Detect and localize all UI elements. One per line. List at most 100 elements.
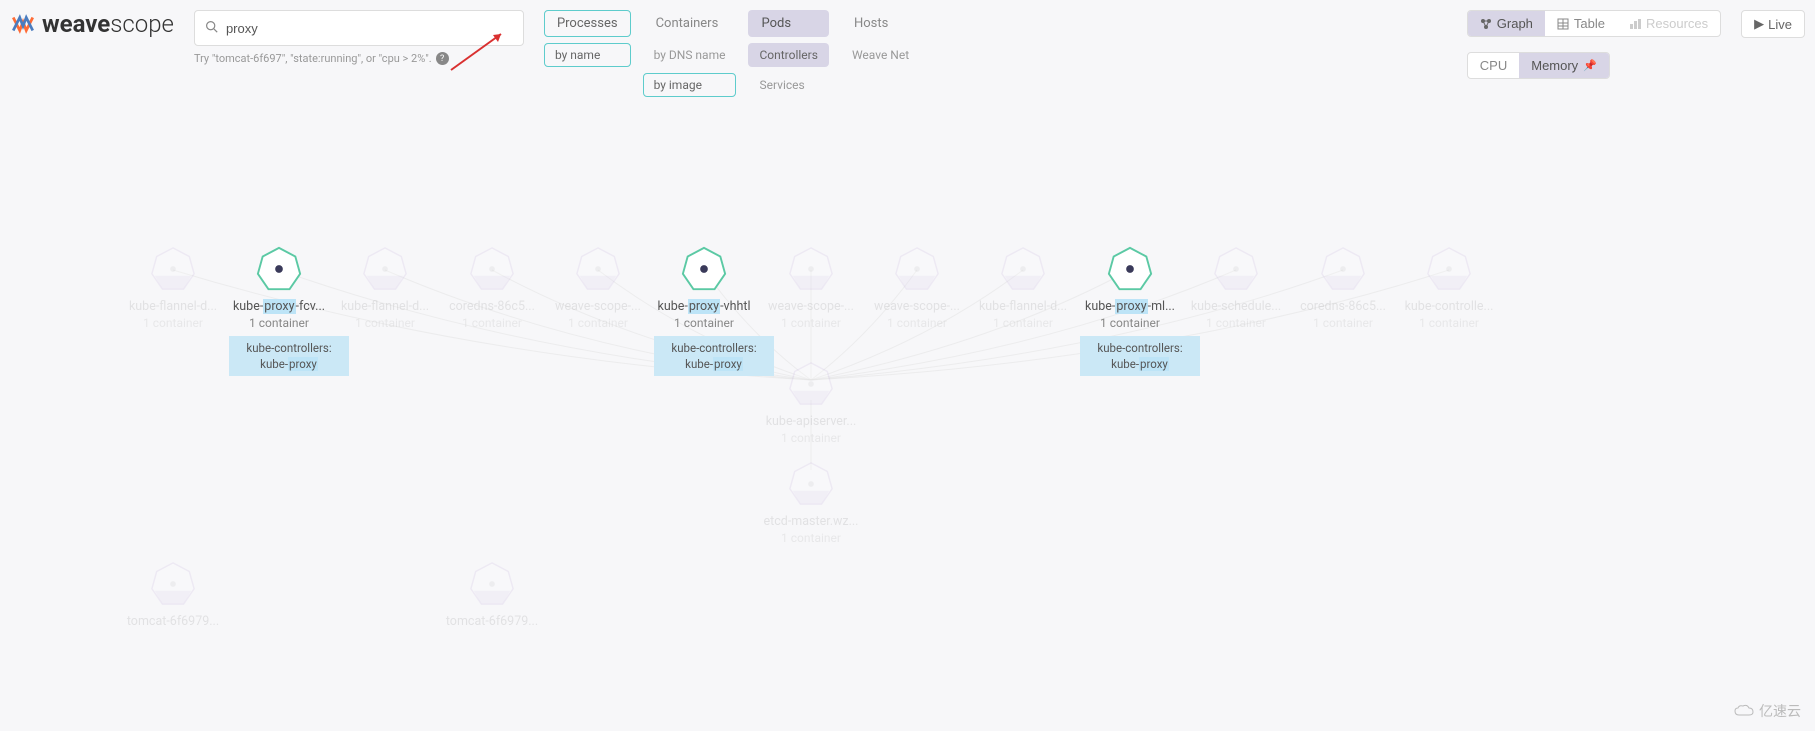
node-sublabel: 1 container: [761, 431, 861, 445]
heptagon-icon: [361, 245, 409, 293]
heptagon-icon: [1106, 245, 1154, 293]
node-label: coredns-86c5...: [442, 299, 542, 314]
node-t1[interactable]: tomcat-6f6979...: [123, 560, 223, 629]
node-n7[interactable]: weave-scope-... 1 container: [867, 245, 967, 330]
node-sublabel: 1 container: [1399, 316, 1499, 330]
table-icon: [1557, 18, 1569, 30]
node-sublabel: 1 container: [761, 316, 861, 330]
node-label: kube-flannel-d...: [973, 299, 1073, 314]
search-hint: Try "tomcat-6f697", "state:running", or …: [194, 52, 524, 65]
subtopology-by-name[interactable]: by name: [544, 43, 631, 67]
heptagon-icon: [787, 360, 835, 408]
heptagon-icon: [255, 245, 303, 293]
weave-icon: [10, 11, 36, 37]
topology-processes[interactable]: Processes: [544, 10, 631, 37]
search-input[interactable]: [226, 21, 513, 36]
node-label: kube-flannel-d...: [335, 299, 435, 314]
heptagon-icon: [787, 245, 835, 293]
node-n12[interactable]: kube-controlle... 1 container: [1399, 245, 1499, 330]
heptagon-icon: [149, 245, 197, 293]
node-n4[interactable]: weave-scope-... 1 container: [548, 245, 648, 330]
node-sublabel: 1 container: [442, 316, 542, 330]
search-box[interactable]: [194, 10, 524, 46]
node-label: etcd-master.wz...: [761, 514, 861, 529]
logo-bold: weave: [42, 10, 110, 38]
node-n8[interactable]: kube-flannel-d...1 container: [973, 245, 1073, 330]
node-label: kube-apiserver...: [761, 414, 861, 429]
node-label: kube-flannel-d...: [123, 299, 223, 314]
node-sublabel: 1 container: [1293, 316, 1393, 330]
graph-icon: [1480, 18, 1492, 30]
node-n3[interactable]: coredns-86c5... 1 container: [442, 245, 542, 330]
node-label: coredns-86c5...: [1293, 299, 1393, 314]
resources-icon: [1629, 18, 1641, 30]
node-sublabel: 1 container: [548, 316, 648, 330]
node-label: kube-schedule...: [1186, 299, 1286, 314]
heptagon-icon: [149, 560, 197, 608]
node-n6[interactable]: weave-scope-... 1 container: [761, 245, 861, 330]
heptagon-icon: [893, 245, 941, 293]
live-button[interactable]: ▶ Live: [1741, 10, 1805, 38]
node-sublabel: 1 container: [1186, 316, 1286, 330]
node-label: kube-proxy-vhhtl: [654, 299, 754, 314]
heptagon-icon: [468, 560, 516, 608]
help-icon[interactable]: ?: [436, 52, 449, 65]
topology-containers[interactable]: Containers: [643, 10, 737, 37]
node-sublabel: 1 container: [123, 316, 223, 330]
node-n0[interactable]: kube-flannel-d... 1 container: [123, 245, 223, 330]
node-sublabel: 1 container: [229, 316, 329, 330]
view-table[interactable]: Table: [1545, 11, 1617, 36]
node-n9[interactable]: kube-proxy-ml...1 containerkube-controll…: [1080, 245, 1180, 376]
match-box: kube-controllers:kube-proxy: [229, 336, 349, 376]
node-n5[interactable]: kube-proxy-vhhtl1 containerkube-controll…: [654, 245, 754, 376]
view-graph[interactable]: Graph: [1468, 11, 1545, 36]
match-box: kube-controllers:kube-proxy: [1080, 336, 1200, 376]
view-resources: Resources: [1617, 11, 1720, 36]
heptagon-icon: [680, 245, 728, 293]
node-label: weave-scope-...: [761, 299, 861, 314]
node-label: kube-proxy-ml...: [1080, 299, 1180, 314]
node-t2[interactable]: tomcat-6f6979...: [442, 560, 542, 629]
subtopology-by-image[interactable]: by image: [643, 73, 737, 97]
node-sublabel: 1 container: [761, 531, 861, 545]
logo-light: scope: [110, 10, 174, 38]
subtopology-weave-net[interactable]: Weave Net: [841, 43, 920, 67]
node-label: kube-proxy-fcv...: [229, 299, 329, 314]
play-icon: ▶: [1754, 16, 1764, 32]
node-api[interactable]: kube-apiserver... 1 container: [761, 360, 861, 445]
topology-hosts[interactable]: Hosts: [841, 10, 920, 37]
heptagon-icon: [1425, 245, 1473, 293]
heptagon-icon: [999, 245, 1047, 293]
metric-cpu[interactable]: CPU: [1468, 53, 1519, 78]
heptagon-icon: [787, 460, 835, 508]
node-sublabel: 1 container: [335, 316, 435, 330]
view-mode-group: Graph Table Resources: [1467, 10, 1721, 37]
heptagon-icon: [468, 245, 516, 293]
node-n1[interactable]: kube-proxy-fcv...1 containerkube-control…: [229, 245, 329, 376]
node-sublabel: 1 container: [867, 316, 967, 330]
watermark: 亿速云: [1733, 701, 1801, 721]
subtopology-services[interactable]: Services: [748, 73, 828, 97]
logo[interactable]: weavescope: [10, 10, 174, 38]
heptagon-icon: [574, 245, 622, 293]
node-n11[interactable]: coredns-86c5... 1 container: [1293, 245, 1393, 330]
subtopology-controllers[interactable]: Controllers: [748, 43, 828, 67]
heptagon-icon: [1319, 245, 1367, 293]
subtopology-by-dns[interactable]: by DNS name: [643, 43, 737, 67]
match-box: kube-controllers:kube-proxy: [654, 336, 774, 376]
node-label: weave-scope-...: [548, 299, 648, 314]
node-sublabel: 1 container: [654, 316, 754, 330]
node-n2[interactable]: kube-flannel-d... 1 container: [335, 245, 435, 330]
node-label: tomcat-6f6979...: [123, 614, 223, 629]
node-label: kube-controlle...: [1399, 299, 1499, 314]
cloud-icon: [1733, 704, 1755, 718]
node-label: tomcat-6f6979...: [442, 614, 542, 629]
metric-memory[interactable]: Memory 📌: [1519, 53, 1609, 78]
node-etcd[interactable]: etcd-master.wz... 1 container: [761, 460, 861, 545]
topology-pods[interactable]: Pods: [748, 10, 828, 37]
search-icon: [205, 20, 218, 37]
node-sublabel: 1 container: [1080, 316, 1180, 330]
node-n10[interactable]: kube-schedule... 1 container: [1186, 245, 1286, 330]
node-label: weave-scope-...: [867, 299, 967, 314]
pin-icon: 📌: [1583, 59, 1597, 72]
